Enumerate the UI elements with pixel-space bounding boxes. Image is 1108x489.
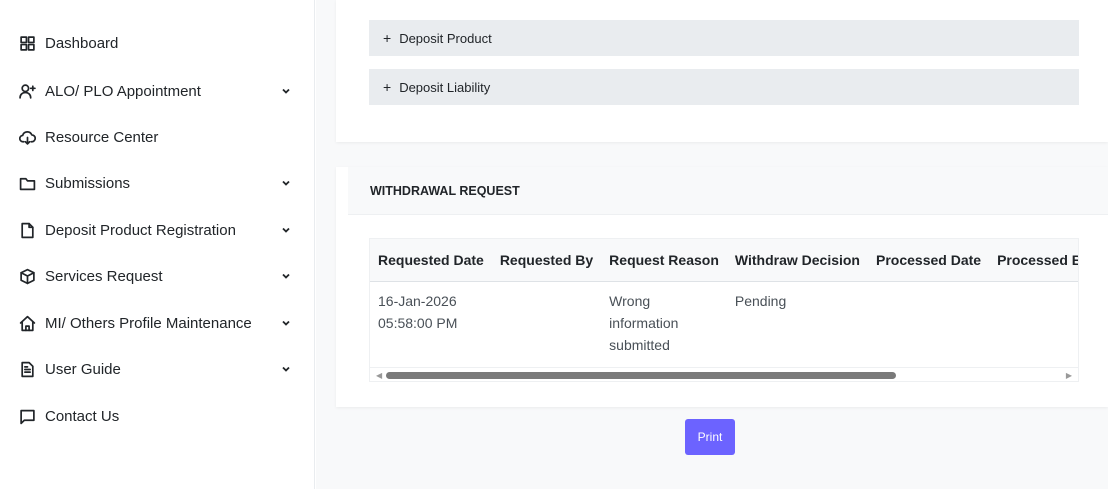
sidebar-item-contact-us[interactable]: Contact Us [18,404,308,428]
sidebar-item-label: Deposit Product Registration [45,221,236,239]
sidebar-item-deposit-product-registration[interactable]: Deposit Product Registration [18,218,308,242]
sidebar: Dashboard ALO/ PLO Appointment Resource … [0,0,315,489]
chevron-down-icon [281,222,293,234]
column-header[interactable]: Processed Date [868,239,990,282]
column-header[interactable]: Withdraw Decision [726,239,868,282]
user-plus-icon [18,82,36,100]
sidebar-item-label: Contact Us [45,407,120,425]
accordion-deposit-liability[interactable]: + Deposit Liability [369,69,1079,105]
table-header-row: Requested Date Requested By Request Reas… [370,239,1078,282]
table-row: 16-Jan-2026 05:58:00 PM Wrong informatio… [370,281,1078,367]
grid-icon [18,34,36,52]
requested-time: 05:58:00 PM [378,314,458,331]
reason-line: information [609,314,679,331]
sidebar-item-resource-center[interactable]: Resource Center [18,125,308,149]
column-header[interactable]: Requested Date [370,239,492,282]
sidebar-item-dashboard[interactable]: Dashboard [18,31,308,55]
withdrawal-request-card: WITHDRAWAL REQUEST Requested Date Reques… [336,167,1108,407]
folder-icon [18,174,36,192]
card-title: WITHDRAWAL REQUEST [348,167,1108,215]
cloud-download-icon [18,128,36,146]
requested-date-cell: 16-Jan-2026 05:58:00 PM [370,281,492,367]
sidebar-item-label: Services Request [45,267,163,285]
print-button[interactable]: Print [685,419,735,455]
scroll-right-icon[interactable]: ▶ [1066,371,1072,380]
accordion-label: Deposit Liability [399,79,491,95]
processed-date-cell [868,281,989,367]
box-icon [18,267,36,285]
withdrawal-table: Requested Date Requested By Request Reas… [370,239,1078,367]
accordion-deposit-product[interactable]: + Deposit Product [369,20,1079,56]
horizontal-scrollbar[interactable]: ◀ ▶ [370,367,1078,381]
sidebar-item-label: Dashboard [45,34,119,52]
plus-icon: + [383,79,392,95]
withdraw-decision-cell: Pending [734,292,787,309]
document-text-icon [18,360,36,378]
processed-by-cell [989,281,1078,367]
plus-icon: + [383,30,392,46]
reason-line: submitted [609,336,670,353]
chevron-down-icon [281,83,293,95]
sidebar-item-label: ALO/ PLO Appointment [45,82,201,100]
main-content: + Deposit Product + Deposit Liability WI… [316,0,1108,489]
reason-line: Wrong [609,292,651,309]
withdrawal-table-container[interactable]: Requested Date Requested By Request Reas… [369,238,1079,382]
deposit-card: + Deposit Product + Deposit Liability [336,0,1108,142]
scrollbar-thumb[interactable] [386,372,896,379]
column-header[interactable]: Request Reason [601,239,727,282]
sidebar-item-services-request[interactable]: Services Request [18,264,308,288]
sidebar-item-label: MI/ Others Profile Maintenance [45,314,252,332]
requested-date: 16-Jan-2026 [378,292,457,309]
chevron-down-icon [281,361,293,373]
request-reason-cell: Wrong information submitted [601,281,727,367]
scroll-left-icon[interactable]: ◀ [376,371,382,380]
column-header[interactable]: Requested By [491,239,602,282]
chevron-down-icon [281,268,293,280]
column-header[interactable]: Processed By [989,239,1078,282]
sidebar-item-user-guide[interactable]: User Guide [18,357,308,381]
sidebar-item-label: Resource Center [45,128,159,146]
file-icon [18,221,36,239]
sidebar-item-label: User Guide [45,360,121,378]
accordion-label: Deposit Product [399,30,492,46]
chevron-down-icon [281,175,293,187]
sidebar-item-label: Submissions [45,174,131,192]
sidebar-item-alo-plo-appointment[interactable]: ALO/ PLO Appointment [18,79,308,103]
chevron-down-icon [281,315,293,327]
chat-icon [18,407,36,425]
home-icon [18,314,36,332]
requested-by-cell [492,281,601,367]
sidebar-item-mi-others-profile-maintenance[interactable]: MI/ Others Profile Maintenance [18,311,308,335]
sidebar-item-submissions[interactable]: Submissions [18,171,308,195]
